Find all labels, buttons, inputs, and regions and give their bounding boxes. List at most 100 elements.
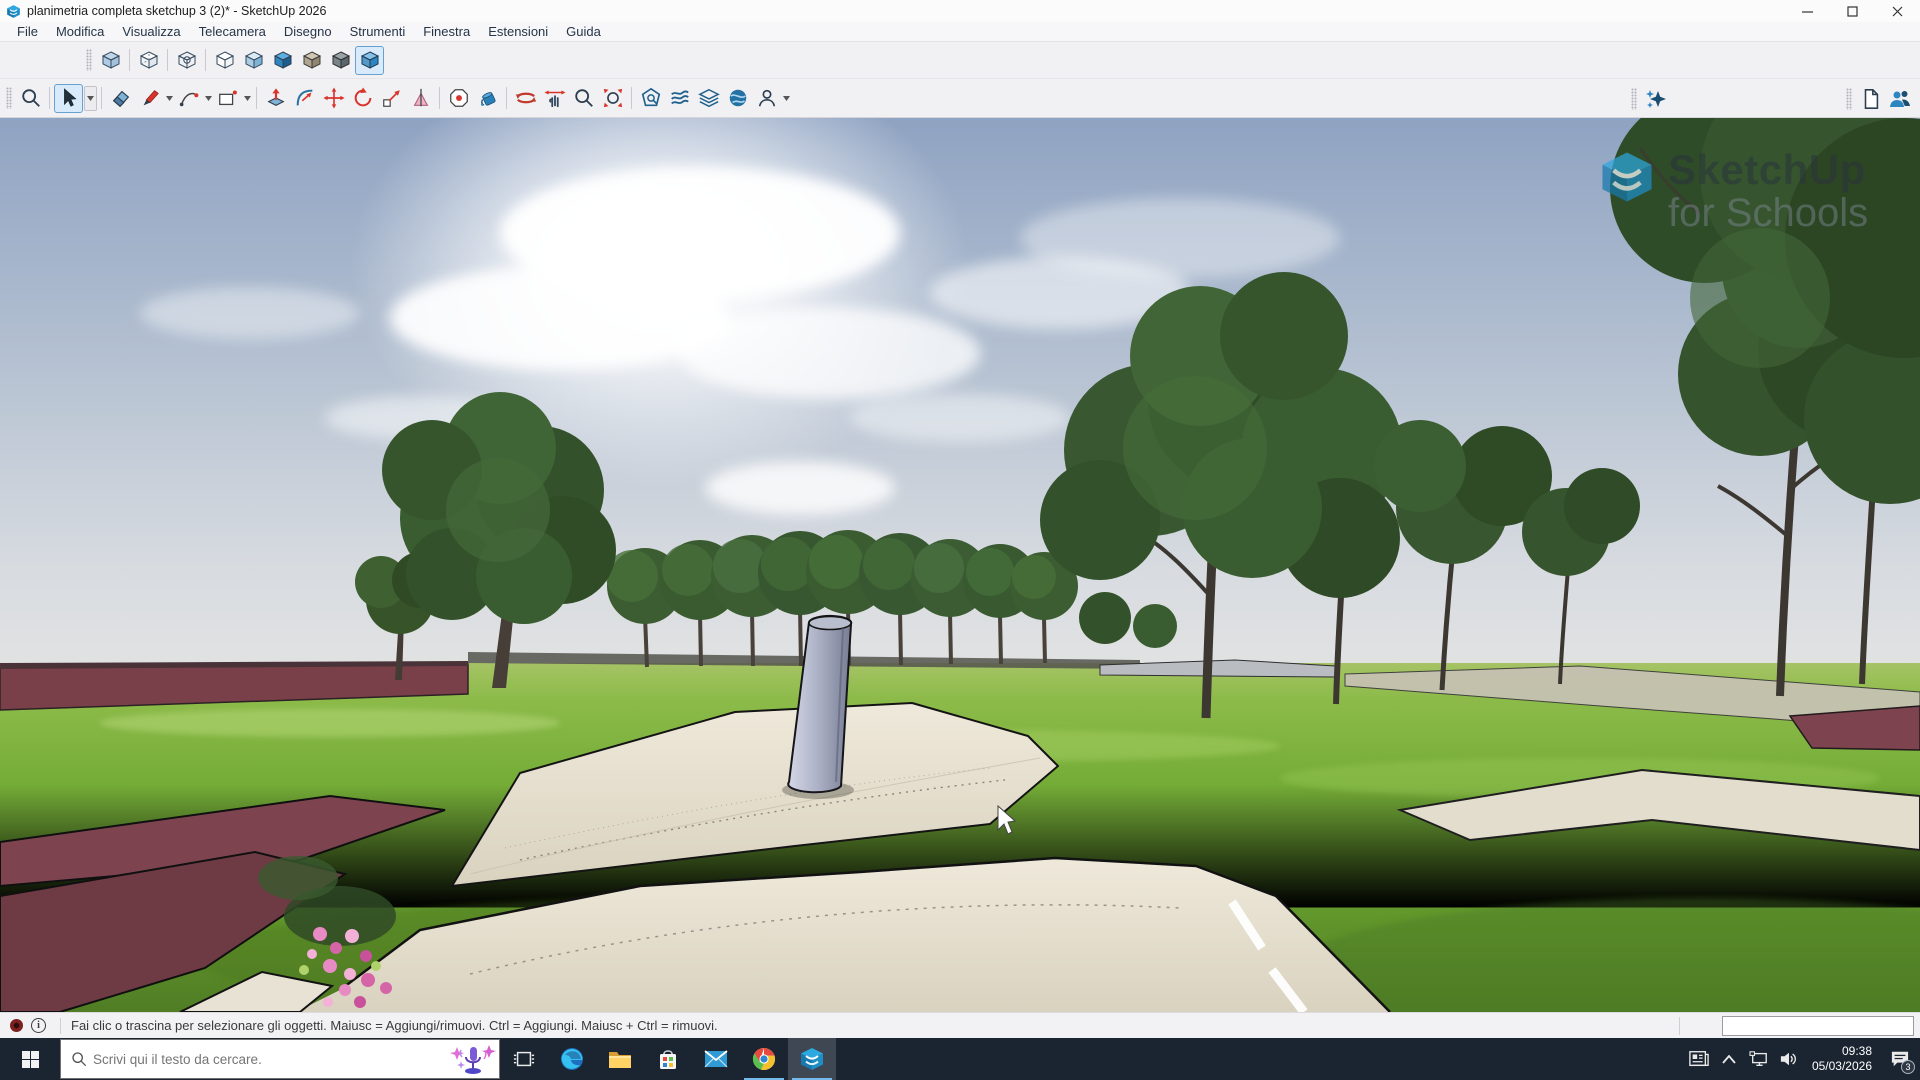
- menu-strumenti[interactable]: Strumenti: [341, 22, 415, 41]
- minimize-button[interactable]: [1785, 0, 1830, 22]
- new-document-button[interactable]: [1856, 84, 1885, 113]
- offset-tool-button[interactable]: [290, 84, 319, 113]
- axes-tool-button[interactable]: [406, 84, 435, 113]
- select-arrow-icon: [58, 87, 80, 109]
- network-icon[interactable]: [1744, 1038, 1774, 1080]
- extension-warehouse-button[interactable]: [665, 84, 694, 113]
- menu-telecamera[interactable]: Telecamera: [190, 22, 275, 41]
- rectangle-tool-button[interactable]: [213, 84, 242, 113]
- close-button[interactable]: [1875, 0, 1920, 22]
- search-icon: [71, 1051, 87, 1067]
- menu-finestra[interactable]: Finestra: [414, 22, 479, 41]
- sketchup-logo-icon: [6, 4, 21, 19]
- line-tool-dropdown[interactable]: [164, 84, 174, 113]
- style-monochrome-button[interactable]: [297, 46, 326, 75]
- style-xray-button[interactable]: [96, 46, 125, 75]
- task-view-icon: [513, 1048, 535, 1070]
- app-sketchup[interactable]: [788, 1038, 836, 1080]
- ai-assistant-button[interactable]: [1641, 84, 1670, 113]
- search-input[interactable]: [87, 1051, 449, 1068]
- task-view-button[interactable]: [500, 1038, 548, 1080]
- push-pull-icon: [265, 87, 287, 109]
- start-button[interactable]: [0, 1038, 60, 1080]
- tools-toolbar: [0, 79, 1920, 118]
- app-file-explorer[interactable]: [596, 1038, 644, 1080]
- menu-modifica[interactable]: Modifica: [47, 22, 113, 41]
- toolbar-grip[interactable]: [6, 87, 12, 109]
- menu-estensioni[interactable]: Estensioni: [479, 22, 557, 41]
- app-edge[interactable]: [548, 1038, 596, 1080]
- maximize-button[interactable]: [1830, 0, 1875, 22]
- paint-bucket-tool-button[interactable]: [473, 84, 502, 113]
- app-mail[interactable]: [692, 1038, 740, 1080]
- tray-date: 05/03/2026: [1812, 1059, 1872, 1074]
- menu-guida[interactable]: Guida: [557, 22, 610, 41]
- collaborate-button[interactable]: [1885, 84, 1914, 113]
- arc-tool-dropdown[interactable]: [203, 84, 213, 113]
- taskbar-search[interactable]: [60, 1039, 500, 1079]
- line-tool-button[interactable]: [135, 84, 164, 113]
- pan-tool-button[interactable]: [540, 84, 569, 113]
- scale-tool-button[interactable]: [377, 84, 406, 113]
- axes-icon: [410, 87, 432, 109]
- arc-tool-button[interactable]: [174, 84, 203, 113]
- move-icon: [323, 87, 345, 109]
- mail-icon: [703, 1046, 729, 1072]
- rectangle-tool-dropdown[interactable]: [242, 84, 252, 113]
- menu-disegno[interactable]: Disegno: [275, 22, 341, 41]
- chrome-icon: [751, 1046, 777, 1072]
- menu-file[interactable]: File: [8, 22, 47, 41]
- move-tool-button[interactable]: [319, 84, 348, 113]
- zoom-extents-tool-button[interactable]: [598, 84, 627, 113]
- 3d-warehouse-icon: [640, 87, 662, 109]
- notification-center-button[interactable]: 3: [1880, 1038, 1920, 1080]
- select-tool-button[interactable]: [54, 84, 83, 113]
- app-store[interactable]: [644, 1038, 692, 1080]
- toolbar-grip[interactable]: [1846, 88, 1852, 110]
- tags-button[interactable]: [694, 84, 723, 113]
- style-hidden-line-button[interactable]: [210, 46, 239, 75]
- account-button[interactable]: [752, 84, 781, 113]
- edge-icon: [559, 1046, 585, 1072]
- offset-icon: [294, 87, 316, 109]
- window-title: planimetria completa sketchup 3 (2)* - S…: [27, 4, 326, 18]
- clock[interactable]: 09:38 05/03/2026: [1804, 1044, 1880, 1074]
- account-dropdown[interactable]: [781, 84, 791, 113]
- news-widget-icon[interactable]: [1684, 1038, 1714, 1080]
- toolbar-grip[interactable]: [1631, 88, 1637, 110]
- menu-visualizza[interactable]: Visualizza: [113, 22, 189, 41]
- orbit-icon: [515, 87, 537, 109]
- volume-icon[interactable]: [1774, 1038, 1804, 1080]
- info-icon[interactable]: i: [31, 1018, 46, 1033]
- style-shaded-button[interactable]: [239, 46, 268, 75]
- push-pull-tool-button[interactable]: [261, 84, 290, 113]
- toolbar-grip[interactable]: [86, 49, 92, 71]
- add-location-icon: [727, 87, 749, 109]
- measurement-input[interactable]: [1722, 1016, 1914, 1036]
- warehouse-3d-button[interactable]: [636, 84, 665, 113]
- geolocation-icon[interactable]: [10, 1019, 23, 1032]
- eraser-tool-button[interactable]: [106, 84, 135, 113]
- styles-toolbar: [0, 42, 1920, 79]
- sparkle-icon: [1644, 87, 1668, 111]
- select-tool-dropdown[interactable]: [84, 86, 97, 111]
- search-icon: [20, 87, 42, 109]
- taskbar: 09:38 05/03/2026 3: [0, 1038, 1920, 1080]
- menu-bar: File Modifica Visualizza Telecamera Dise…: [0, 22, 1920, 42]
- style-shaded-textures-button[interactable]: [268, 46, 297, 75]
- rotate-tool-button[interactable]: [348, 84, 377, 113]
- app-chrome[interactable]: [740, 1038, 788, 1080]
- orbit-tool-button[interactable]: [511, 84, 540, 113]
- model-viewport[interactable]: SketchUp for Schools: [0, 118, 1920, 1012]
- hidden-icons-chevron[interactable]: [1714, 1038, 1744, 1080]
- style-back-edges-button[interactable]: [134, 46, 163, 75]
- style-dark-monochrome-button[interactable]: [326, 46, 355, 75]
- scale-icon: [381, 87, 403, 109]
- style-textured-button[interactable]: [355, 46, 384, 75]
- add-location-button[interactable]: [723, 84, 752, 113]
- search-tool-button[interactable]: [16, 84, 45, 113]
- status-hint: Fai clic o trascina per selezionare gli …: [71, 1018, 718, 1033]
- style-wireframe-button[interactable]: [172, 46, 201, 75]
- zoom-tool-button[interactable]: [569, 84, 598, 113]
- position-camera-tool-button[interactable]: [444, 84, 473, 113]
